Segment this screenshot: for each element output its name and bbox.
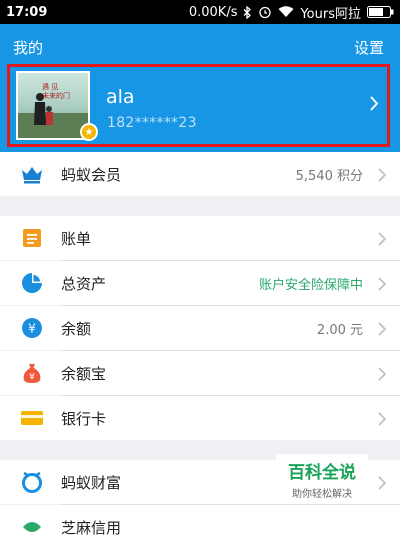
money-bag-icon: ¥ (20, 361, 44, 385)
svg-text:¥: ¥ (29, 373, 35, 383)
list-item-total-assets[interactable]: 总资产 账户安全险保障中 (0, 261, 400, 305)
alarm-icon (258, 5, 272, 19)
chevron-right-icon (369, 95, 379, 116)
battery-icon (367, 6, 394, 18)
profile-phone: 182******23 (107, 115, 197, 131)
row-value: 账户安全险保障中 (258, 278, 363, 293)
pie-chart-icon (20, 271, 44, 295)
row-label: 蚂蚁会员 (61, 166, 122, 184)
list-item-sesame-credit[interactable]: 芝麻信用 (0, 505, 400, 549)
bluetooth-icon (243, 5, 252, 19)
row-label: 芝麻信用 (61, 519, 122, 537)
list-item-member[interactable]: 蚂蚁会员 5,540 积分 (0, 152, 400, 196)
watermark-subtitle: 助你轻松解决 (292, 489, 352, 500)
row-value: 5,540 积分 (295, 169, 363, 184)
wifi-icon (278, 6, 294, 18)
list-item-bank-card[interactable]: 银行卡 (0, 396, 400, 440)
profile-card[interactable]: 遇 见 未来的门 ★ ala 182******23 (7, 64, 390, 147)
network-speed: 0.00K/s (188, 4, 238, 20)
star-icon: ★ (80, 123, 98, 141)
watermark-logo: 百科全说 助你轻松解决 (276, 454, 368, 500)
row-label: 余额 (61, 320, 92, 338)
chevron-right-icon (378, 276, 387, 295)
chevron-right-icon (378, 411, 387, 430)
row-value: 2.00 元 (316, 323, 363, 338)
yuan-coin-icon: ¥ (20, 316, 44, 340)
avatar[interactable]: 遇 见 未来的门 (16, 71, 90, 140)
row-label: 银行卡 (61, 410, 107, 428)
list-item-balance[interactable]: ¥ 余额 2.00 元 (0, 306, 400, 350)
svg-text:¥: ¥ (28, 322, 36, 336)
crown-icon (20, 162, 44, 186)
page-title: 我的 (13, 39, 44, 57)
chevron-right-icon (378, 475, 387, 494)
watermark-title: 百科全说 (288, 463, 356, 483)
chevron-right-icon (378, 231, 387, 250)
list-item-bill[interactable]: 账单 (0, 216, 400, 260)
chevron-right-icon (378, 366, 387, 385)
list-item-yuebao[interactable]: ¥ 余额宝 (0, 351, 400, 395)
sesame-icon (20, 515, 44, 539)
profile-name: ala (106, 86, 135, 108)
settings-button[interactable]: 设置 (354, 37, 384, 58)
wealth-icon (20, 470, 44, 494)
chevron-right-icon (378, 167, 387, 186)
row-label: 账单 (61, 230, 92, 248)
bank-card-icon (20, 406, 44, 430)
chevron-right-icon (378, 321, 387, 340)
account-header: 我的 设置 遇 见 未来的门 ★ ala 182******23 (0, 24, 400, 156)
carrier-name: Yours阿拉 (300, 6, 361, 22)
status-bar: 17:09 0.00K/s Yours阿拉 (0, 0, 400, 24)
bill-icon (20, 226, 44, 250)
status-time: 17:09 (6, 4, 48, 20)
avatar-poster-text: 遇 见 未来的门 (42, 83, 70, 100)
row-label: 总资产 (61, 275, 107, 293)
row-label: 余额宝 (61, 365, 107, 383)
row-label: 蚂蚁财富 (61, 474, 122, 492)
